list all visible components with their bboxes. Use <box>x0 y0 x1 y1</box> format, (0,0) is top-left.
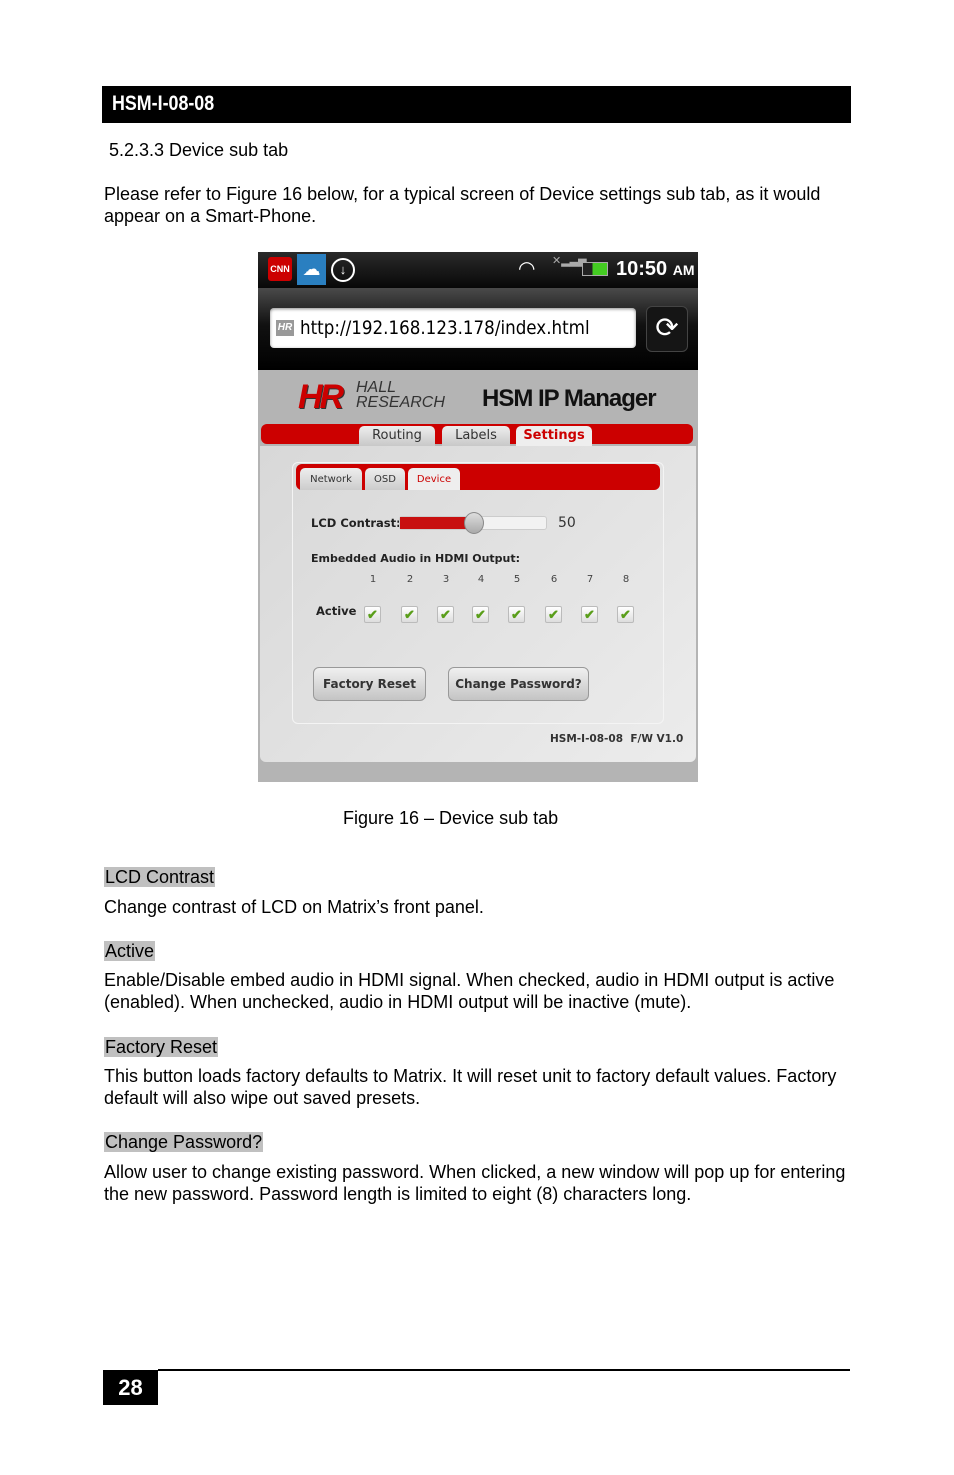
active-label: Active <box>316 604 357 618</box>
subtab-device[interactable]: Device <box>408 468 460 490</box>
wifi-icon: ◠ <box>518 258 536 280</box>
audio-section-label: Embedded Audio in HDMI Output: <box>311 552 521 565</box>
chat-bubble-icon: ☁ <box>297 254 326 285</box>
tab-routing[interactable]: Routing <box>359 426 435 446</box>
status-bar: CNN ☁ ↓ ◠ ✕▂▃▅ 10:50 AM <box>258 252 698 288</box>
status-clock: 10:50 AM <box>616 258 695 280</box>
url-input[interactable]: HR http://192.168.123.178/index.html <box>270 308 636 348</box>
channel-number: 3 <box>442 574 450 585</box>
active-checkbox-3[interactable]: ✔ <box>437 606 454 623</box>
section-heading: 5.2.3.3 Device sub tab <box>109 140 289 160</box>
term-change-password: Change Password? <box>104 1132 264 1152</box>
figure-caption: Figure 16 – Device sub tab <box>343 808 559 828</box>
active-checkbox-5[interactable]: ✔ <box>508 606 525 623</box>
active-checkbox-1[interactable]: ✔ <box>364 606 381 623</box>
header-title: HSM-I-08-08 <box>112 92 215 115</box>
web-page: HR HALL RESEARCH HSM IP Manager Routing L… <box>258 370 698 782</box>
url-text: http://192.168.123.178/index.html <box>300 317 590 339</box>
channel-number: 4 <box>477 574 485 585</box>
page-number: 28 <box>103 1370 158 1405</box>
channel-number: 7 <box>586 574 594 585</box>
manual-page: HSM-I-08-08 5.2.3.3 Device sub tab Pleas… <box>0 0 954 1475</box>
page-header: HSM-I-08-08 <box>102 86 851 123</box>
channel-number: 1 <box>369 574 377 585</box>
channel-number: 5 <box>513 574 521 585</box>
browser-toolbar: HR http://192.168.123.178/index.html ⟳ <box>258 288 698 370</box>
intro-paragraph: Please refer to Figure 16 below, for a t… <box>104 184 821 226</box>
channel-number: 2 <box>406 574 414 585</box>
hall-research-logo: HR <box>298 378 344 416</box>
settings-content: Network OSD Device LCD Contrast: 50 Embe… <box>260 446 696 762</box>
desc-change-password: Allow user to change existing password. … <box>104 1162 846 1204</box>
lcd-contrast-slider[interactable] <box>399 512 547 534</box>
subtab-network[interactable]: Network <box>300 468 362 490</box>
term-factory-reset: Factory Reset <box>104 1037 219 1057</box>
factory-reset-button[interactable]: Factory Reset <box>313 667 426 701</box>
reload-icon: ⟳ <box>655 312 679 343</box>
logo-text: HALL RESEARCH <box>356 379 445 411</box>
active-checkbox-4[interactable]: ✔ <box>472 606 489 623</box>
active-checkbox-2[interactable]: ✔ <box>401 606 418 623</box>
cnn-icon: CNN <box>268 257 292 281</box>
favicon: HR <box>276 320 294 336</box>
channel-number: 8 <box>622 574 630 585</box>
lcd-contrast-value: 50 <box>558 515 576 531</box>
firmware-version: HSM-I-08-08 F/W V1.0 <box>550 733 684 745</box>
app-title: HSM IP Manager <box>482 385 657 412</box>
tab-settings[interactable]: Settings <box>516 426 592 446</box>
change-password-button[interactable]: Change Password? <box>448 667 589 701</box>
subtab-osd[interactable]: OSD <box>365 468 405 490</box>
reload-button[interactable]: ⟳ <box>646 306 688 352</box>
active-checkbox-6[interactable]: ✔ <box>545 606 562 623</box>
desc-factory-reset: This button loads factory defaults to Ma… <box>104 1066 837 1108</box>
channel-number: 6 <box>550 574 558 585</box>
footer-rule <box>158 1369 850 1371</box>
lcd-contrast-label: LCD Contrast: <box>311 516 401 530</box>
slider-fill <box>400 517 473 529</box>
download-icon: ↓ <box>331 258 355 282</box>
active-checkbox-7[interactable]: ✔ <box>581 606 598 623</box>
slider-thumb[interactable] <box>464 512 484 534</box>
phone-screenshot: CNN ☁ ↓ ◠ ✕▂▃▅ 10:50 AM HR http://192.16… <box>258 252 698 782</box>
active-checkbox-8[interactable]: ✔ <box>617 606 634 623</box>
battery-icon <box>582 262 608 276</box>
term-active: Active <box>104 941 156 961</box>
desc-active: Enable/Disable embed audio in HDMI signa… <box>104 970 835 1012</box>
term-lcd-contrast: LCD Contrast <box>104 867 216 887</box>
tab-labels[interactable]: Labels <box>442 426 510 446</box>
desc-lcd-contrast: Change contrast of LCD on Matrix’s front… <box>104 897 484 917</box>
